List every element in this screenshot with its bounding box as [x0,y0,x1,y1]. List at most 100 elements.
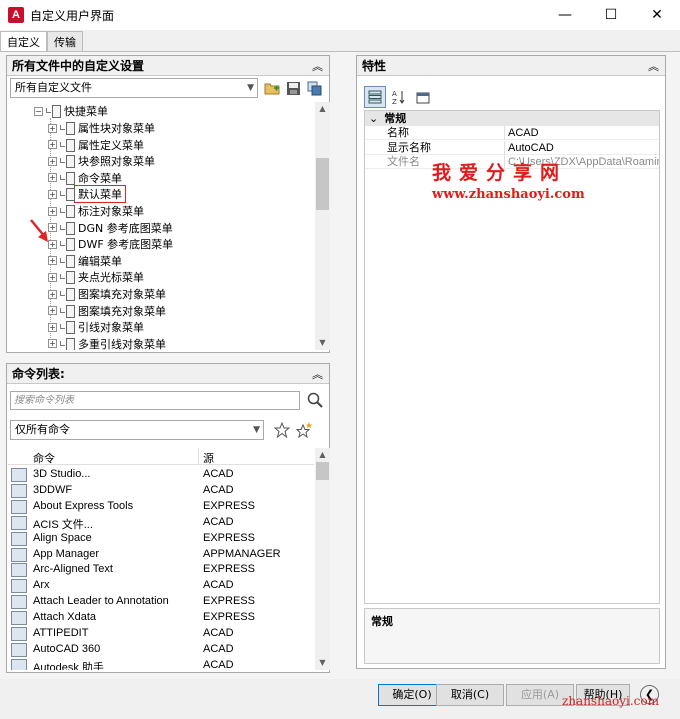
property-value[interactable]: ACAD [508,126,539,140]
expand-node-icon[interactable]: + [48,322,57,332]
tree-node-item[interactable]: + DGN 参考底图菜单 [48,220,173,236]
expand-node-icon[interactable]: + [48,189,57,199]
column-source[interactable]: 源 [203,450,214,466]
expand-node-icon[interactable]: + [48,156,57,166]
tree-scrollbar[interactable]: ▲ ▼ [315,102,330,350]
cancel-button[interactable]: 取消(C) [436,684,504,706]
command-row[interactable]: Autodesk 助手 ACAD [8,658,314,670]
customization-file-combo[interactable]: 所有自定义文件 ▼ [10,78,258,98]
collapse-icon[interactable]: ︽ [312,58,323,74]
command-row[interactable]: AutoCAD 360 ACAD [8,642,314,658]
command-list-columns: 命令 源 [8,448,314,465]
command-list-scrollbar[interactable]: ▲ ▼ [315,448,330,670]
tree-node-item[interactable]: + 默认菜单 [48,185,126,204]
command-source: ACAD [203,579,234,592]
tab-customize[interactable]: 自定义 [0,31,47,51]
open-file-icon[interactable] [263,79,281,97]
tree-scroll-thumb[interactable] [316,158,329,210]
save-icon[interactable] [284,79,302,97]
command-row[interactable]: 3DDWF ACAD [8,483,314,499]
categorized-view-icon[interactable] [364,86,386,108]
expand-node-icon[interactable]: + [48,306,57,316]
property-value[interactable]: AutoCAD [508,141,554,155]
command-row[interactable]: Arx ACAD [8,578,314,594]
new-command-icon[interactable] [295,421,313,439]
menu-icon [60,288,75,301]
command-row[interactable]: 3D Studio... ACAD [8,467,314,483]
command-name: Arc-Aligned Text [33,563,113,576]
command-row[interactable]: Align Space EXPRESS [8,531,314,547]
tree-node-label: 图案填充对象菜单 [78,304,166,318]
command-source: EXPRESS [203,611,255,624]
alphabetical-sort-icon[interactable]: AZ [388,86,410,108]
tree-node-item[interactable]: + 属性块对象菜单 [48,120,155,136]
command-name: Align Space [33,531,92,544]
close-button[interactable]: ✕ [634,0,680,30]
tree-node-label: 标注对象菜单 [78,205,144,218]
command-list[interactable]: 命令 源 3D Studio... ACAD 3DDWF ACAD About Expr… [8,448,314,670]
scroll-down-icon[interactable]: ▼ [315,656,330,670]
partial-customization-icon[interactable] [305,79,323,97]
expand-node-icon[interactable]: + [48,272,57,282]
expand-node-icon[interactable]: + [48,140,57,150]
column-command[interactable]: 命令 [33,450,55,466]
command-name: App Manager [33,547,100,560]
maximize-button[interactable]: ☐ [588,0,634,30]
tree-node-item[interactable]: + 图案填充对象菜单 [48,303,166,319]
tree-node-item[interactable]: + 块参照对象菜单 [48,153,155,169]
command-name: Attach Xdata [33,611,96,624]
tree-node-item[interactable]: + 属性定义菜单 [48,137,144,153]
command-icon [11,547,27,562]
command-row[interactable]: Arc-Aligned Text EXPRESS [8,562,314,578]
tab-transfer[interactable]: 传输 [47,31,83,51]
tree-node-item[interactable]: + DWF 参考底图菜单 [48,236,173,252]
command-row[interactable]: Attach Leader to Annotation EXPRESS [8,594,314,610]
command-row[interactable]: ATTIPEDIT ACAD [8,626,314,642]
property-category[interactable]: ⌄ 常规 [365,111,659,126]
command-row[interactable]: App Manager APPMANAGER [8,547,314,563]
customization-tree[interactable]: − 快捷菜单 + 属性块对象菜单 + 属性定义菜单 + 块参照对象菜单 + 命令菜单 + 默认菜单… [8,102,314,350]
command-filter-combo[interactable]: 仅所有命令 ▼ [10,420,264,440]
command-list-scroll-thumb[interactable] [316,462,329,480]
command-icon [11,515,27,530]
collapse-node-icon[interactable]: − [34,106,43,116]
property-row[interactable]: 名称 ACAD [365,126,659,140]
tree-node-label: 快捷菜单 [64,105,108,118]
command-source: APPMANAGER [203,547,281,560]
tree-node-item[interactable]: + 标注对象菜单 [48,203,144,219]
scroll-up-icon[interactable]: ▲ [315,448,330,462]
property-row[interactable]: 显示名称 AutoCAD [365,140,659,155]
command-row[interactable]: About Express Tools EXPRESS [8,499,314,515]
tree-node-item[interactable]: + 编辑菜单 [48,253,122,269]
tree-node-item[interactable]: + 夹点光标菜单 [48,269,144,285]
minimize-button[interactable]: — [542,0,588,30]
scroll-up-icon[interactable]: ▲ [315,102,330,116]
collapse-icon[interactable]: ︽ [648,58,659,74]
expand-node-icon[interactable]: + [48,289,57,299]
tree-node-item[interactable]: + 多重引线对象菜单 [48,336,166,350]
expand-node-icon[interactable]: + [48,206,57,216]
command-row[interactable]: ACIS 文件... ACAD [8,515,314,531]
title-bar: A 自定义用户界面 — ☐ ✕ [0,0,680,30]
command-source: EXPRESS [203,499,255,512]
expand-node-icon[interactable]: + [48,123,57,133]
tree-node-item[interactable]: + 引线对象菜单 [48,319,144,335]
chevron-down-icon[interactable]: ⌄ [369,112,378,125]
menu-icon [60,304,75,318]
expand-node-icon[interactable]: + [48,339,57,349]
expand-node-icon[interactable]: + [48,256,57,266]
command-list-header: 命令列表: ︽ [7,364,329,384]
collapse-icon[interactable]: ︽ [312,366,323,382]
property-pages-icon[interactable] [412,86,434,108]
search-icon[interactable] [306,391,324,409]
menu-icon [60,171,75,185]
command-row[interactable]: Attach Xdata EXPRESS [8,610,314,626]
tree-node-item[interactable]: + 图案填充对象菜单 [48,286,166,302]
tree-node-item[interactable]: + 命令菜单 [48,170,122,186]
tree-node-shortcut-menus[interactable]: − 快捷菜单 [34,103,108,119]
command-search-input[interactable]: 搜索命令列表 [10,391,300,410]
scroll-down-icon[interactable]: ▼ [315,336,330,350]
star-icon[interactable] [273,421,291,439]
command-list-panel: 命令列表: ︽ 搜索命令列表 仅所有命令 ▼ 命令 源 3D Studio...… [6,363,330,673]
expand-node-icon[interactable]: + [48,173,57,183]
